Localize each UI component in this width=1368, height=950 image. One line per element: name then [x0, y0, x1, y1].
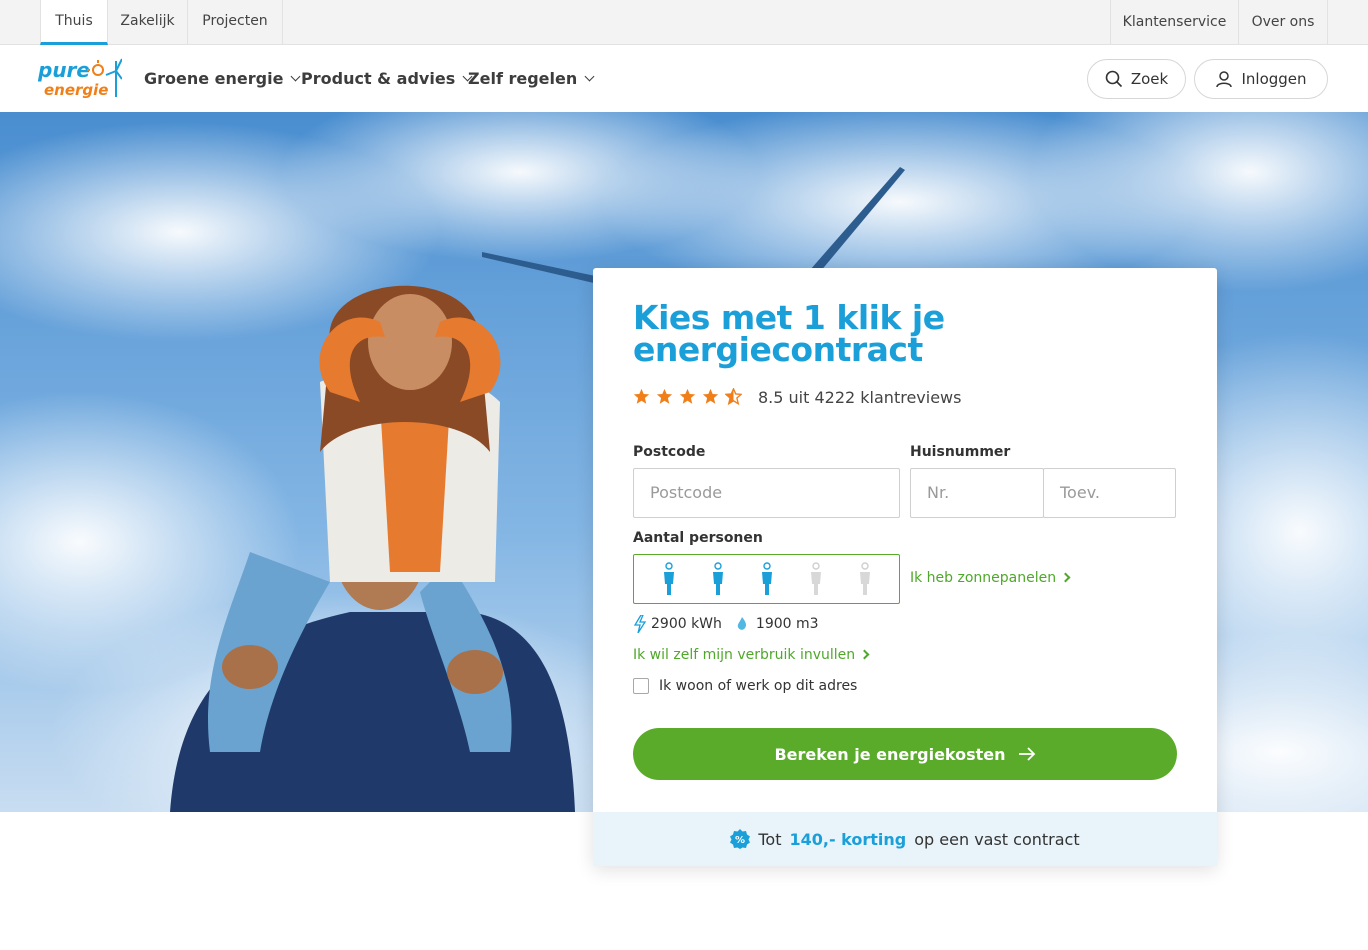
chevron-down-icon — [584, 71, 595, 82]
login-button[interactable]: Inloggen — [1194, 59, 1328, 99]
tab-zakelijk[interactable]: Zakelijk — [108, 0, 188, 45]
postcode-label: Postcode — [633, 444, 706, 460]
discount-banner: % Tot 140,- korting op een vast contract — [593, 812, 1217, 866]
card-title: Kies met 1 klik je energiecontract — [633, 301, 1033, 369]
tab-zakelijk-label: Zakelijk — [120, 13, 175, 29]
card-title-line2: energiecontract — [633, 330, 923, 369]
login-button-label: Inloggen — [1241, 70, 1307, 88]
search-icon — [1105, 70, 1122, 88]
tab-klantenservice-label: Klantenservice — [1122, 14, 1227, 30]
house-number-placeholder: Nr. — [927, 483, 950, 502]
search-button-label: Zoek — [1130, 70, 1169, 88]
usage-summary: 2900 kWh 1900 m3 — [633, 615, 819, 633]
nav-product-advies-label: Product & advies — [301, 69, 456, 88]
star-icon — [656, 388, 673, 404]
person-icon-inactive[interactable] — [858, 562, 872, 596]
pure-energie-logo[interactable]: pure energie — [37, 57, 123, 101]
nav-groene-energie-label: Groene energie — [144, 69, 284, 88]
half-star-icon — [725, 388, 742, 405]
star-icon — [702, 388, 719, 404]
promo-suffix: op een vast contract — [914, 829, 1080, 849]
tab-thuis-label: Thuis — [55, 13, 93, 29]
svg-text:pure: pure — [38, 58, 90, 82]
address-checkbox-row[interactable]: Ik woon of werk op dit adres — [633, 678, 857, 694]
tab-over-ons[interactable]: Over ons — [1238, 0, 1328, 45]
lightning-icon — [633, 615, 647, 633]
house-addition-placeholder: Toev. — [1060, 483, 1100, 502]
own-usage-link-label: Ik wil zelf mijn verbruik invullen — [633, 647, 856, 663]
huisnummer-label: Huisnummer — [910, 444, 1011, 460]
user-icon — [1216, 71, 1233, 88]
logo-graphic: pure energie — [37, 58, 123, 99]
promo-highlight: 140,- korting — [789, 829, 907, 849]
person-icon[interactable] — [662, 562, 676, 596]
tab-thuis[interactable]: Thuis — [40, 0, 108, 45]
main-header: pure energie Groene energie Product & ad… — [0, 45, 1368, 112]
tab-projecten-label: Projecten — [202, 13, 268, 29]
person-icon[interactable] — [760, 562, 774, 596]
nav-groene-energie[interactable]: Groene energie — [144, 69, 301, 88]
tab-over-ons-label: Over ons — [1251, 14, 1315, 30]
svg-text:%: % — [735, 835, 745, 846]
percent-badge-icon: % — [730, 829, 751, 849]
rating-text: 8.5 uit 4222 klantreviews — [758, 388, 962, 407]
star-icon — [679, 388, 696, 404]
solar-panels-link-label: Ik heb zonnepanelen — [910, 570, 1057, 586]
persons-label: Aantal personen — [633, 530, 763, 546]
rating-stars — [633, 388, 742, 405]
chevron-right-icon — [1060, 572, 1071, 583]
chevron-down-icon — [291, 71, 301, 82]
address-checkbox-label: Ik woon of werk op dit adres — [659, 678, 858, 694]
house-number-input[interactable]: Nr. — [910, 468, 1044, 518]
electricity-usage: 2900 kWh — [651, 616, 722, 632]
nav-zelf-regelen[interactable]: Zelf regelen — [468, 69, 595, 88]
address-checkbox[interactable] — [633, 678, 649, 694]
chevron-right-icon — [859, 649, 870, 660]
svg-text:energie: energie — [44, 81, 108, 99]
nav-product-advies[interactable]: Product & advies — [301, 69, 473, 88]
gas-flame-icon — [737, 617, 746, 630]
contract-form-card: Kies met 1 klik je energiecontract 8.5 u… — [593, 268, 1217, 866]
solar-panels-link[interactable]: Ik heb zonnepanelen — [910, 570, 1071, 586]
promo-prefix: Tot — [758, 829, 782, 849]
house-addition-input[interactable]: Toev. — [1043, 468, 1176, 518]
postcode-input[interactable]: Postcode — [633, 468, 900, 518]
tab-klantenservice[interactable]: Klantenservice — [1110, 0, 1238, 45]
search-button[interactable]: Zoek — [1087, 59, 1186, 99]
nav-zelf-regelen-label: Zelf regelen — [468, 69, 578, 88]
gas-usage: 1900 m3 — [755, 616, 819, 632]
calculate-costs-button[interactable]: Bereken je energiekosten — [633, 728, 1177, 780]
persons-selector — [633, 554, 900, 604]
person-icon-inactive[interactable] — [809, 562, 823, 596]
own-usage-link[interactable]: Ik wil zelf mijn verbruik invullen — [633, 647, 870, 663]
star-icon — [633, 388, 650, 404]
calculate-costs-label: Bereken je energiekosten — [774, 744, 1006, 764]
arrow-right-icon — [1018, 747, 1035, 761]
tab-projecten[interactable]: Projecten — [188, 0, 283, 45]
top-bar: Thuis Zakelijk Projecten Klantenservice … — [0, 0, 1368, 45]
person-icon[interactable] — [711, 562, 725, 596]
postcode-placeholder: Postcode — [650, 483, 723, 502]
